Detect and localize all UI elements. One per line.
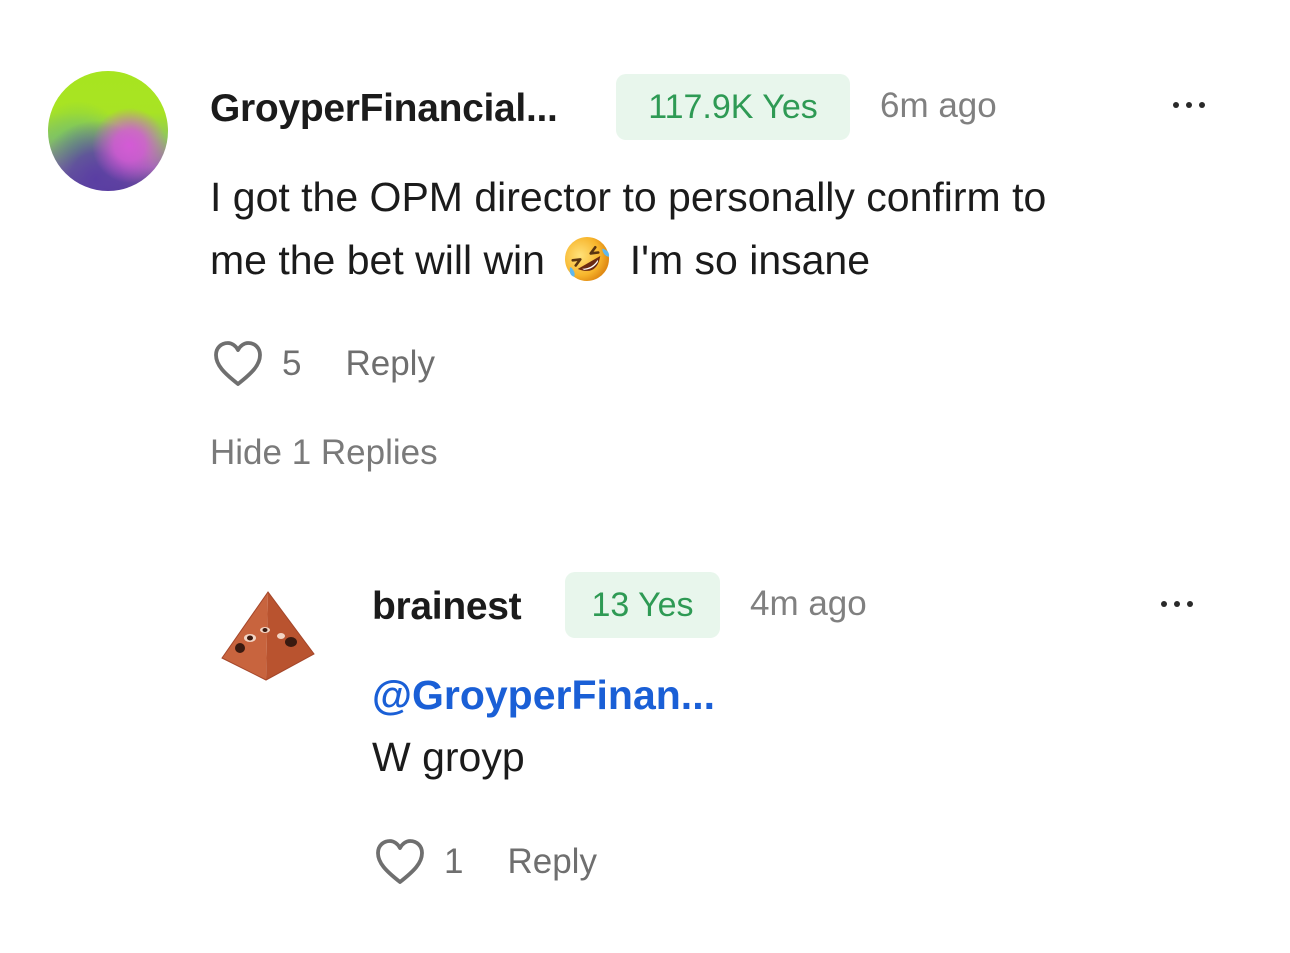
position-badge: 13 Yes — [565, 572, 720, 638]
avatar[interactable] — [218, 590, 318, 682]
reply-text: W groyp — [372, 734, 525, 780]
position-badge: 117.9K Yes — [616, 74, 850, 140]
comment-text: I got the OPM director to personally con… — [210, 166, 1046, 292]
avatar[interactable] — [48, 71, 168, 191]
heart-icon[interactable] — [212, 340, 264, 388]
reply-button[interactable]: Reply — [507, 842, 596, 882]
comment-timestamp: 6m ago — [880, 86, 997, 125]
heart-icon[interactable] — [374, 838, 426, 886]
comment-text-line-1: I got the OPM director to personally con… — [210, 174, 1047, 220]
reply-username[interactable]: brainest — [372, 585, 522, 629]
comment-username[interactable]: GroyperFinancial... — [210, 87, 558, 131]
reply-button[interactable]: Reply — [345, 344, 434, 384]
comment-text-line-2: me the bet will win I'm so insane — [210, 229, 1046, 292]
reply-actions: 1 Reply — [374, 838, 597, 886]
comment-thread: GroyperFinancial... 117.9K Yes 6m ago I … — [0, 0, 1290, 953]
rolling-on-floor-laughing-emoji-icon — [565, 237, 610, 281]
like-count: 5 — [282, 344, 302, 383]
more-options-icon[interactable] — [1161, 601, 1193, 607]
mention-link[interactable]: @GroyperFinan... — [372, 672, 715, 719]
comment-actions: 5 Reply — [212, 340, 435, 388]
more-options-icon[interactable] — [1173, 102, 1205, 108]
reply-timestamp: 4m ago — [750, 584, 867, 623]
hide-replies-button[interactable]: Hide 1 Replies — [210, 433, 438, 473]
like-count: 1 — [444, 842, 464, 881]
